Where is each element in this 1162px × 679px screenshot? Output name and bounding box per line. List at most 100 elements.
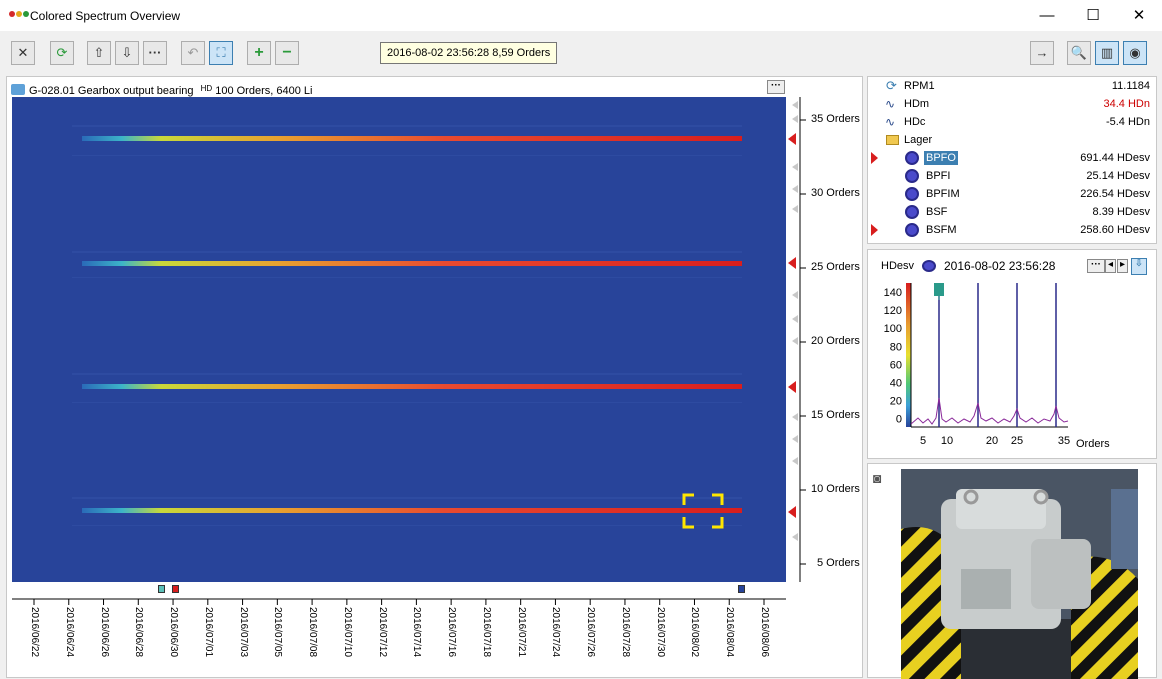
- y-tick-label: 20 Orders: [811, 335, 860, 347]
- cursor-tooltip: 2016-08-02 23:56:28 8,59 Orders: [380, 42, 558, 64]
- spectrum-more-button[interactable]: ···: [1087, 259, 1105, 273]
- camera-icon: ◉: [1129, 45, 1141, 60]
- x-tick-label: 2016/07/05: [272, 607, 284, 658]
- x-tick-label: 20: [986, 435, 998, 447]
- tree-row-bpfim[interactable]: BPFIM 226.54 HDesv: [868, 185, 1156, 203]
- bearing-icon: [905, 187, 919, 201]
- x-tick-label: 2016/06/24: [63, 607, 75, 658]
- search-button[interactable]: 🔍: [1067, 41, 1091, 65]
- color-scale-bar: [906, 283, 911, 427]
- download-icon: ⇩: [1134, 258, 1144, 269]
- arrow-up-icon: ⇧: [93, 45, 105, 60]
- spectrum-x-unit: Orders: [1076, 438, 1110, 450]
- next-button[interactable]: →: [1030, 41, 1054, 65]
- spectrum-unit: HDesv: [881, 260, 915, 272]
- x-tick-label: 2016/07/08: [307, 607, 319, 658]
- spectrum-y-ticks: 140 120 100 80 60 40 20 0: [884, 287, 902, 426]
- arrow-down-icon: ⇩: [121, 45, 133, 60]
- folder-icon: [11, 84, 25, 95]
- x-tick-label: 2016/06/22: [29, 607, 40, 658]
- y-tick-label: 40: [890, 378, 902, 390]
- x-tick-label: 2016/07/18: [480, 607, 492, 658]
- tree-row-hdc[interactable]: ∿ HDc -5.4 HDn: [868, 113, 1156, 131]
- x-tick-label: 2016/06/30: [168, 607, 180, 658]
- triangle-left-icon: ◂: [1107, 259, 1114, 270]
- spectrum-next-button[interactable]: ▸: [1117, 259, 1128, 273]
- time-marker-start[interactable]: [158, 585, 165, 593]
- tree-row-bsf[interactable]: BSF 8.39 HDesv: [868, 203, 1156, 221]
- spectrum-export-button[interactable]: ⇩: [1131, 258, 1147, 275]
- x-tick-label: 2016/08/06: [759, 607, 770, 658]
- fit-view-button[interactable]: ⛶: [209, 41, 233, 65]
- x-tick-label: 10: [941, 435, 953, 447]
- x-tick-label: 2016/06/28: [133, 607, 145, 658]
- magnifier-icon: 🔍: [1070, 45, 1088, 60]
- snapshot-button[interactable]: ◉: [1123, 41, 1147, 65]
- triangle-right-icon: ▸: [1119, 259, 1126, 270]
- camera-icon: ◙: [873, 470, 882, 486]
- machine-photo[interactable]: [901, 469, 1138, 679]
- folder-icon: [886, 135, 899, 145]
- alarm-arrow-icon: [871, 152, 878, 164]
- gearbox-illustration: [901, 469, 1138, 679]
- rpm-icon: ⟳: [886, 78, 897, 93]
- time-marker-end[interactable]: [738, 585, 745, 593]
- heatmap-panel: G-028.01 Gearbox output bearing HD 100 O…: [6, 76, 863, 678]
- title-bar: Colored Spectrum Overview — ☐ ✕: [0, 0, 1162, 31]
- close-view-button[interactable]: ✕: [11, 41, 35, 65]
- x-tick-label: 2016/07/16: [446, 607, 458, 658]
- move-down-button[interactable]: ⇩: [115, 41, 139, 65]
- spectrum-prev-button[interactable]: ◂: [1105, 259, 1116, 273]
- close-window-button[interactable]: ✕: [1116, 0, 1162, 31]
- measurement-tree: ⟳ RPM1 11.1184 ∿ HDm 34.4 HDn ∿ HDc -5.4…: [867, 76, 1157, 244]
- undo-button[interactable]: ↶: [181, 41, 205, 65]
- spectrum-timestamp: 2016-08-02 23:56:28: [944, 259, 1056, 273]
- spectrum-peaks: [938, 283, 1057, 427]
- zoom-out-button[interactable]: −: [275, 41, 299, 65]
- spectrum-heatmap[interactable]: [12, 97, 786, 582]
- export-button[interactable]: ▥: [1095, 41, 1119, 65]
- minus-icon: −: [282, 44, 292, 61]
- maximize-button[interactable]: ☐: [1070, 0, 1116, 31]
- bearing-icon: [905, 151, 919, 165]
- y-tick-label: 15 Orders: [811, 409, 860, 421]
- more-button[interactable]: ···: [143, 41, 167, 65]
- tree-row-bsfm[interactable]: BSFM 258.60 HDesv: [868, 221, 1156, 239]
- y-tick-label: 20: [890, 396, 902, 408]
- tree-row-bpfi[interactable]: BPFI 25.14 HDesv: [868, 167, 1156, 185]
- zoom-in-button[interactable]: +: [247, 41, 271, 65]
- minimize-button[interactable]: —: [1024, 0, 1070, 31]
- time-marker-alarm[interactable]: [172, 585, 179, 593]
- y-tick-label: 140: [884, 287, 902, 299]
- tree-row-hdm[interactable]: ∿ HDm 34.4 HDn: [868, 95, 1156, 113]
- heatmap-svg: [72, 125, 742, 529]
- refresh-button[interactable]: ⟳: [50, 41, 74, 65]
- app-logo-icon: [9, 11, 29, 19]
- move-up-button[interactable]: ⇧: [87, 41, 111, 65]
- y-tick-label: 80: [890, 341, 902, 353]
- spectrum-chart[interactable]: 140 120 100 80 60 40 20 0 5 10 20 25 35: [868, 278, 1156, 458]
- toolbar: ✕ ⟳ ⇧ ⇩ ··· ↶ ⛶ + − → 🔍 ▥ ◉: [0, 31, 1162, 74]
- tree-row-lager[interactable]: Lager: [868, 131, 1156, 149]
- undo-icon: ↶: [187, 45, 199, 60]
- spectrum-trace: [910, 397, 1069, 425]
- window-title: Colored Spectrum Overview: [30, 9, 181, 23]
- x-tick-label: 5: [920, 435, 926, 447]
- y-tick-label: 25 Orders: [811, 261, 860, 273]
- heatmap-more-button[interactable]: ···: [767, 80, 785, 94]
- x-tick-label: 2016/08/04: [724, 607, 736, 658]
- x-tick-label: 2016/07/10: [341, 607, 353, 658]
- heatmap-header: G-028.01 Gearbox output bearing HD 100 O…: [11, 81, 312, 97]
- y-tick-label: 5 Orders: [817, 557, 860, 569]
- tree-row-bpfo[interactable]: BPFO 691.44 HDesv: [868, 149, 1156, 167]
- y-tick-label: 0: [896, 414, 902, 426]
- x-tick-label: 2016/07/28: [619, 607, 631, 658]
- x-tick-label: 2016/07/01: [202, 607, 214, 658]
- bearing-icon: [905, 169, 919, 183]
- x-tick-label: 2016/07/24: [550, 607, 562, 658]
- bearing-icon: [905, 205, 919, 219]
- wave-icon: ∿: [885, 97, 896, 111]
- tree-row-rpm1[interactable]: ⟳ RPM1 11.1184: [868, 77, 1156, 95]
- x-tick-label: 25: [1011, 435, 1023, 447]
- y-tick-label: 10 Orders: [811, 483, 860, 495]
